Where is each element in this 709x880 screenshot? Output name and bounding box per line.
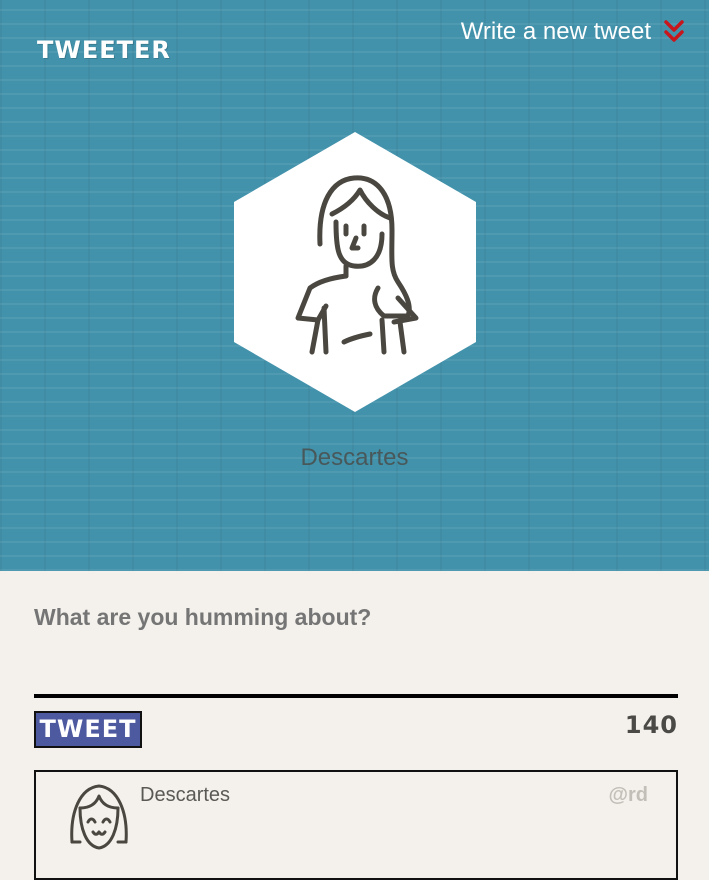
tweet-card: Descartes @rd <box>34 770 678 880</box>
smiling-girl-avatar-icon <box>66 782 132 854</box>
woman-avatar-icon <box>234 132 476 412</box>
profile-name: Descartes <box>300 444 409 471</box>
tweet-handle[interactable]: @rd <box>608 784 648 807</box>
compose-divider <box>34 694 678 698</box>
write-new-tweet-label: Write a new tweet <box>460 18 651 45</box>
tweet-button[interactable]: TWEET <box>34 711 142 748</box>
tweet-author[interactable]: Descartes <box>140 784 230 807</box>
tweet-input[interactable] <box>34 604 674 631</box>
profile-header: TWEETER Write a new tweet Descartes <box>0 0 709 571</box>
write-new-tweet-link[interactable]: Write a new tweet <box>461 18 685 46</box>
app-logo[interactable]: TWEETER <box>37 36 171 64</box>
character-counter: 140 <box>624 711 678 739</box>
compose-section: TWEET 140 Descartes @rd <box>0 571 709 880</box>
profile-avatar <box>232 130 478 414</box>
double-chevron-down-icon <box>663 19 685 45</box>
